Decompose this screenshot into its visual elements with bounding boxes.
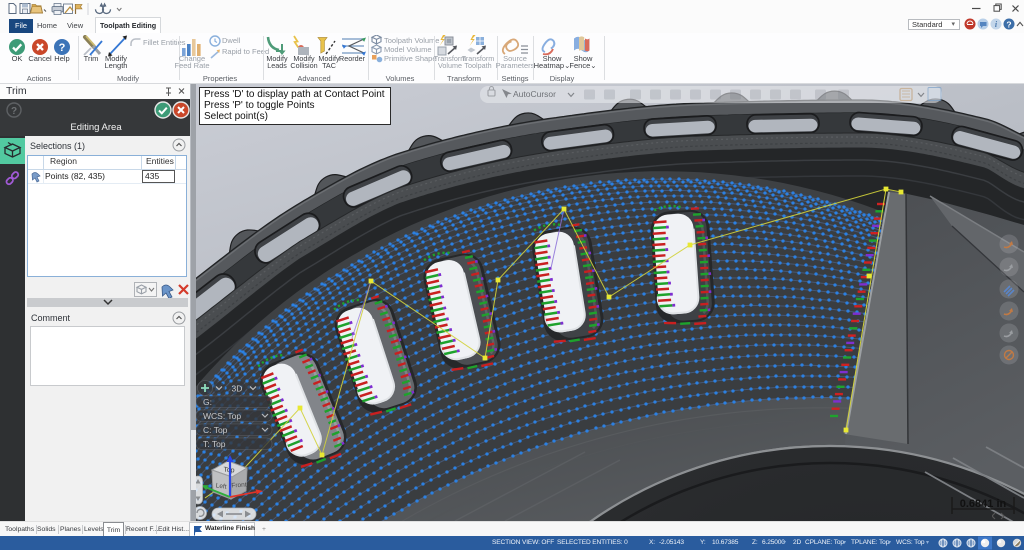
svg-text:T: Top: T: Top: [203, 439, 226, 449]
svg-text:AutoCursor: AutoCursor: [513, 89, 556, 99]
svg-text:Front: Front: [231, 481, 247, 489]
svg-text:C: Top: C: Top: [203, 425, 228, 435]
svg-text:Press 'D' to display path at C: Press 'D' to display path at Contact Poi…: [204, 89, 385, 100]
svg-text:?: ?: [1006, 20, 1011, 30]
svg-text:3D: 3D: [232, 384, 243, 394]
svg-text:Select point(s): Select point(s): [204, 111, 268, 122]
svg-text:Editing Area: Editing Area: [70, 122, 122, 133]
svg-text:?: ?: [11, 106, 17, 117]
svg-text:?: ?: [59, 42, 66, 54]
svg-text:G:: G:: [203, 397, 212, 407]
svg-text:Press 'P' to toggle Points: Press 'P' to toggle Points: [204, 100, 315, 111]
svg-text:WCS: Top: WCS: Top: [203, 411, 241, 421]
svg-text:0.6841 in: 0.6841 in: [960, 498, 1007, 510]
